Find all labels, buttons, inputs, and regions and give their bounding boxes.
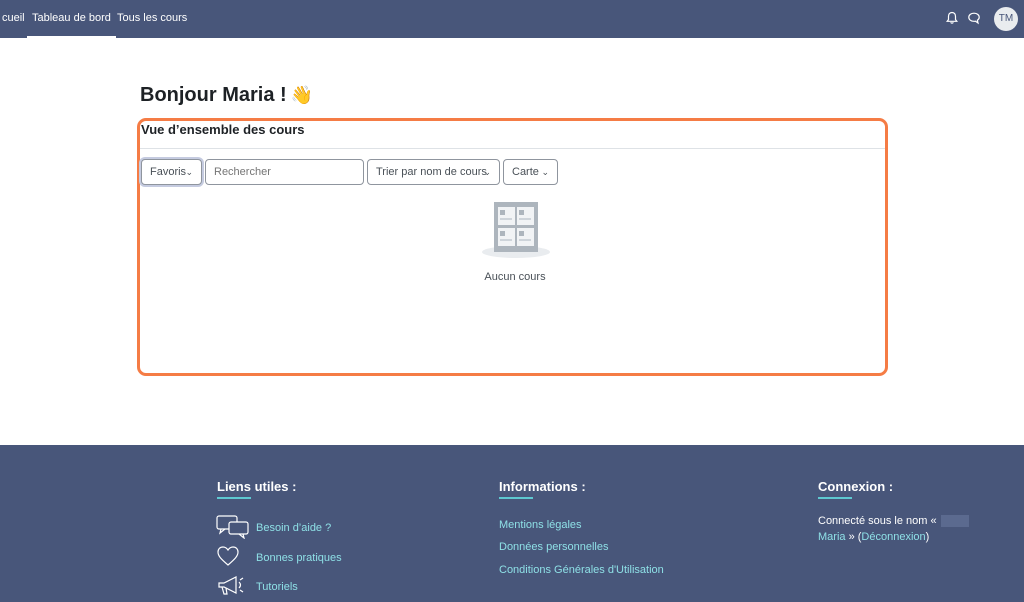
empty-courses-illustration [482, 202, 550, 258]
course-overview-title: Vue d’ensemble des cours [141, 122, 305, 137]
view-mode-label: Carte [512, 166, 539, 178]
no-courses-message: Aucun cours [484, 271, 546, 283]
heading-underline [217, 497, 251, 499]
terms-of-use-link[interactable]: Conditions Générales d'Utilisation [499, 564, 664, 576]
logged-in-user-line: Maria » (Déconnexion) [818, 531, 929, 543]
course-search-input[interactable] [205, 159, 364, 185]
chevron-down-icon: ⌄ [483, 167, 491, 177]
logged-in-suffix: » ( [845, 531, 862, 543]
logged-in-prefix: Connecté sous le nom « [818, 515, 937, 527]
megaphone-icon [218, 576, 244, 595]
user-avatar[interactable]: TM [994, 7, 1018, 31]
nav-all-courses-link[interactable]: Tous les cours [117, 0, 187, 38]
redacted-surname [940, 515, 969, 528]
favorites-filter-dropdown[interactable]: Favoris ⌄ [141, 159, 202, 185]
speech-bubble-icon[interactable] [967, 11, 981, 25]
top-navbar: cueil Tableau de bord Tous les cours TM [0, 0, 1024, 38]
bell-icon[interactable] [945, 11, 959, 25]
user-profile-link[interactable]: Maria [818, 531, 846, 543]
legal-notice-link[interactable]: Mentions légales [499, 519, 582, 531]
tutorials-link[interactable]: Tutoriels [256, 581, 298, 593]
best-practices-link[interactable]: Bonnes pratiques [256, 552, 342, 564]
heading-underline [818, 497, 852, 499]
chevron-down-icon: ⌄ [541, 167, 549, 177]
greeting-text: Bonjour Maria ! [140, 84, 287, 106]
sort-label: Trier par nom de cours [376, 166, 487, 178]
course-overview-block: Vue d’ensemble des cours Favoris ⌄ Trier… [137, 118, 888, 376]
personal-data-link[interactable]: Données personnelles [499, 541, 608, 553]
nav-home-link[interactable]: cueil [2, 0, 25, 38]
connection-heading: Connexion : [818, 479, 894, 494]
page-footer: Liens utiles : Besoin d’aide ? Bonnes pr… [0, 445, 1024, 602]
information-heading: Informations : [499, 479, 586, 494]
heading-underline [499, 497, 533, 499]
useful-links-heading: Liens utiles : [217, 479, 297, 494]
logged-in-as-text: Connecté sous le nom « [818, 515, 969, 528]
nav-dashboard-link[interactable]: Tableau de bord [27, 0, 116, 38]
chat-bubbles-icon [216, 515, 249, 539]
favorites-filter-label: Favoris [150, 166, 187, 178]
view-mode-dropdown[interactable]: Carte ⌄ [503, 159, 558, 185]
help-link[interactable]: Besoin d’aide ? [256, 522, 331, 534]
close-paren: ) [925, 531, 930, 543]
chevron-down-icon: ⌄ [185, 167, 193, 177]
sort-dropdown[interactable]: Trier par nom de cours ⌄ [367, 159, 500, 185]
divider [140, 148, 885, 149]
waving-hand-emoji: 👋 [290, 85, 314, 105]
page-title: Bonjour Maria ! 👋 [140, 84, 313, 107]
heart-icon [217, 546, 239, 566]
logout-link[interactable]: Déconnexion [861, 531, 925, 543]
